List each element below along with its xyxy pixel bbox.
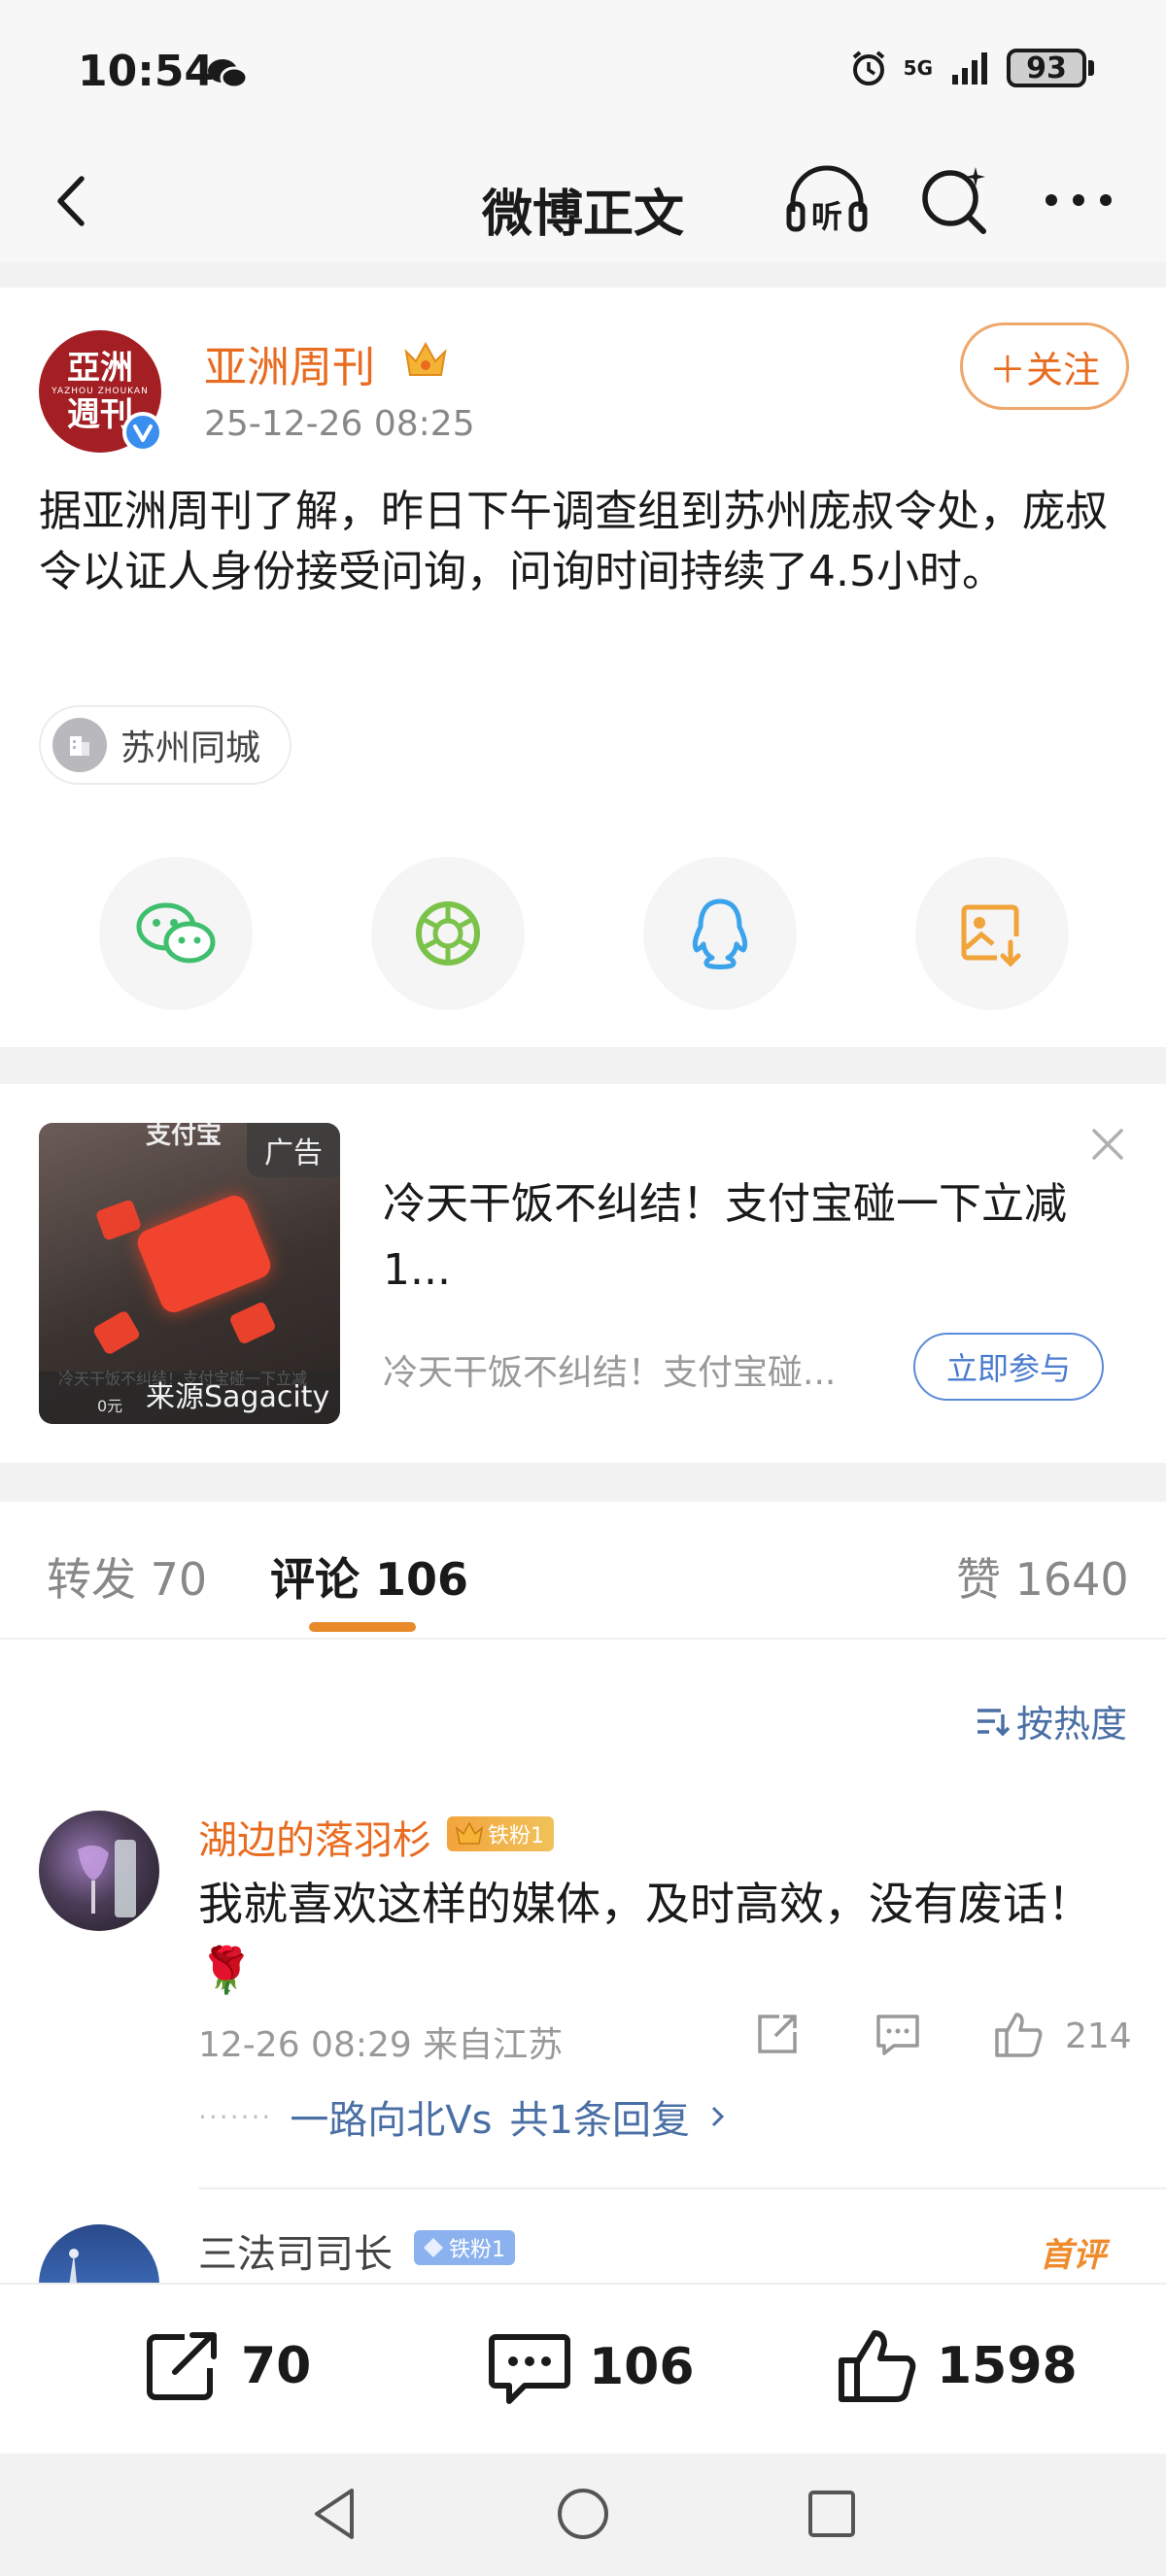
fan-badge: 铁粉1 <box>414 2230 515 2265</box>
system-nav-bar <box>0 2454 1166 2576</box>
comments-section: 转发 70 评论 106 赞 1640 按热度 湖边的落羽杉 铁粉1 我就喜欢这… <box>0 1502 1166 2294</box>
fan-badge: 铁粉1 <box>447 1816 554 1851</box>
verified-badge-icon <box>122 412 163 453</box>
tab-reposts-label: 转发 <box>47 1553 136 1606</box>
search-icon[interactable] <box>917 163 991 237</box>
tab-likes-label: 赞 <box>956 1553 1001 1606</box>
tab-reposts-count: 70 <box>150 1553 208 1606</box>
listen-label: 听 <box>811 198 842 235</box>
system-home-icon[interactable] <box>552 2483 614 2545</box>
comment-avatar[interactable] <box>39 1811 159 1931</box>
wechat-notification-icon <box>208 59 249 89</box>
active-tab-indicator <box>309 1622 416 1632</box>
close-icon[interactable] <box>1088 1125 1127 1164</box>
system-back-icon[interactable] <box>307 2483 365 2545</box>
alarm-icon <box>852 51 884 85</box>
ad-source: 来源Sagacity <box>39 1372 340 1424</box>
share-wechat-button[interactable] <box>99 857 253 1010</box>
post-time: 25-12-26 08:25 <box>204 404 475 444</box>
listen-icon[interactable]: 听 <box>783 163 871 237</box>
post-card: 亞洲 YAZHOU ZHOUKAN 週刊 亚洲周刊 25-12-26 08:25… <box>0 288 1166 1047</box>
comment-count: 106 <box>589 2338 695 2396</box>
sort-icon <box>977 1708 1011 1736</box>
status-bar: 10:54 5G 93 <box>0 0 1166 146</box>
ad-tag: 广告 <box>247 1123 340 1177</box>
chevron-right-icon <box>711 2106 725 2127</box>
comment-divider <box>198 2187 1166 2189</box>
tab-comments-label: 评论 <box>270 1553 360 1606</box>
status-icons: 5G 93 <box>849 49 1094 87</box>
tabs-bar: 转发 70 评论 106 赞 1640 <box>0 1502 1166 1640</box>
nav-bar: 微博正文 听 <box>0 146 1166 262</box>
reply-comment-icon[interactable] <box>873 2009 923 2059</box>
comment-meta: 12-26 08:29 来自江苏 <box>198 2025 564 2065</box>
comment-user-name[interactable]: 湖边的落羽杉 <box>198 1809 431 1865</box>
ad-image-top-text: 支付宝 <box>146 1123 223 1150</box>
author-name[interactable]: 亚洲周刊 <box>204 332 375 394</box>
reply-user: 一路向北Vs <box>290 2098 493 2143</box>
vip-crown-icon <box>404 341 447 376</box>
battery-level: 93 <box>1007 49 1086 87</box>
ad-image[interactable]: 支付宝 冷天干饭不纠结！支付宝碰一下立减 广告 来源Sagacity 0元 <box>39 1123 340 1424</box>
comment-like-count: 214 <box>1065 2017 1132 2056</box>
status-time: 10:54 <box>78 47 215 96</box>
share-row <box>0 857 1166 1012</box>
comment-text: 我就喜欢这样的媒体，及时高效，没有废话！🌹 <box>198 1878 1092 1996</box>
like-count: 1598 <box>937 2337 1078 2395</box>
system-recents-icon[interactable] <box>803 2483 861 2545</box>
ad-cta-button[interactable]: 立即参与 <box>913 1333 1104 1401</box>
comment-button[interactable]: 106 <box>488 2327 695 2407</box>
signal-icon <box>952 52 987 85</box>
repost-count: 70 <box>241 2337 312 2395</box>
view-replies-link[interactable]: ······· 一路向北Vs 共1条回复 <box>198 2088 729 2145</box>
battery-icon: 93 <box>1007 49 1094 87</box>
first-comment-badge: 首评 <box>1040 2236 1106 2275</box>
crown-icon <box>455 1821 484 1845</box>
tab-reposts[interactable]: 转发 70 <box>47 1544 207 1609</box>
fan-badge-label: 铁粉1 <box>449 2238 505 2262</box>
reply-dots: ······· <box>198 2100 273 2133</box>
post-text: 据亚洲周刊了解，昨日下午调查组到苏州庞叔令处，庞叔令以证人身份接受问询，问询时间… <box>39 487 1108 596</box>
diamond-icon <box>424 2238 443 2257</box>
qq-icon <box>692 898 748 969</box>
moments-icon <box>416 901 480 966</box>
avatar-text-line1: 亞洲 <box>67 349 133 388</box>
tab-comments-count: 106 <box>375 1553 469 1606</box>
bottom-toolbar: 70 106 1598 <box>0 2283 1166 2454</box>
sort-button[interactable]: 按热度 <box>974 1694 1127 1747</box>
ad-image-bottom-sub: 0元 <box>97 1397 123 1415</box>
comment-user-name[interactable]: 三法司司长 <box>198 2222 393 2279</box>
like-icon <box>839 2330 916 2402</box>
more-icon[interactable] <box>1042 173 1115 227</box>
fan-badge-label: 铁粉1 <box>488 1824 544 1848</box>
tab-comments[interactable]: 评论 106 <box>270 1544 468 1609</box>
sort-label: 按热度 <box>1015 1703 1127 1746</box>
like-comment-icon[interactable] <box>991 2009 1046 2059</box>
share-comment-icon[interactable] <box>752 2009 803 2059</box>
network-type: 5G <box>903 56 933 80</box>
save-image-button[interactable] <box>915 857 1069 1010</box>
location-label: 苏州同城 <box>120 729 261 768</box>
follow-button[interactable]: ＋关注 <box>960 322 1129 410</box>
comment-icon <box>489 2334 570 2404</box>
repost-icon <box>147 2332 217 2400</box>
tab-likes[interactable]: 赞 1640 <box>956 1544 1129 1609</box>
save-image-icon <box>961 904 1021 967</box>
building-icon <box>52 718 107 772</box>
tab-likes-count: 1640 <box>1014 1553 1129 1606</box>
location-tag[interactable]: 苏州同城 <box>39 705 292 785</box>
ad-card[interactable]: 支付宝 冷天干饭不纠结！支付宝碰一下立减 广告 来源Sagacity 0元 冷天… <box>0 1084 1166 1463</box>
ad-title[interactable]: 冷天干饭不纠结！支付宝碰一下立减1... <box>383 1171 1121 1304</box>
wechat-icon <box>136 902 216 964</box>
page-title: 微博正文 <box>481 186 684 244</box>
red-envelope-icon <box>133 1191 275 1317</box>
like-button[interactable]: 1598 <box>836 2327 1078 2405</box>
ad-description: 冷天干饭不纠结！支付宝碰... <box>383 1353 837 1393</box>
share-qq-button[interactable] <box>643 857 797 1010</box>
reply-count: 共1条回复 <box>509 2098 690 2143</box>
share-moments-button[interactable] <box>371 857 525 1010</box>
repost-button[interactable]: 70 <box>142 2327 311 2405</box>
